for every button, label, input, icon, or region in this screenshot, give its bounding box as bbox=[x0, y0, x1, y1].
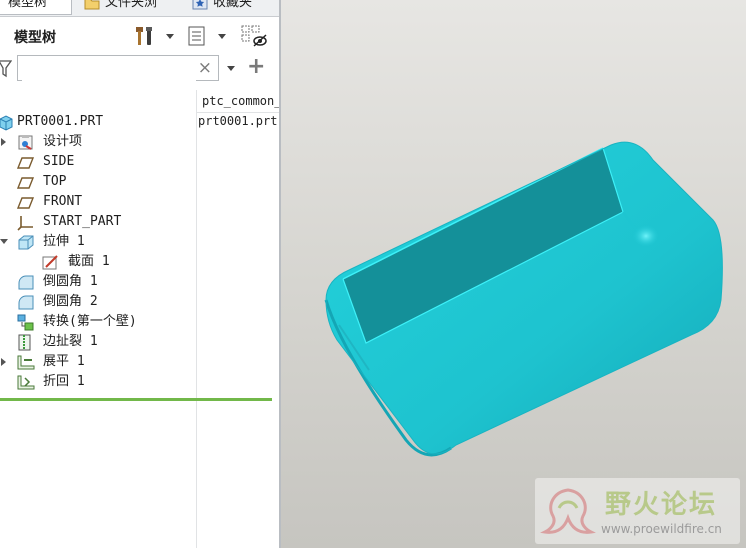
settings-tools-icon[interactable] bbox=[133, 25, 157, 47]
tree-item-bend-back[interactable]: 折回 1 bbox=[0, 372, 196, 392]
model-tree-panel: 模型树 文件夹浏 收藏夹 模型树 × + ptc_common_name prt… bbox=[0, 0, 279, 548]
datum-plane-icon bbox=[17, 157, 35, 169]
collapse-icon[interactable] bbox=[0, 239, 8, 244]
tree-item-part[interactable]: PRT0001.PRT bbox=[0, 112, 196, 132]
tree-item-front[interactable]: FRONT bbox=[0, 192, 196, 212]
tab-model-tree[interactable]: 模型树 bbox=[0, 0, 72, 15]
tree-item-round-1[interactable]: 倒圆角 1 bbox=[0, 272, 196, 292]
insert-here-indicator[interactable] bbox=[0, 398, 272, 401]
expand-icon[interactable] bbox=[1, 138, 6, 146]
tab-favorites[interactable]: 收藏夹 bbox=[192, 0, 252, 14]
unbend-icon bbox=[17, 355, 35, 370]
coordinate-system-icon bbox=[17, 216, 33, 231]
forum-logo-icon bbox=[540, 488, 596, 534]
extrude-icon bbox=[18, 235, 34, 250]
show-list-icon[interactable] bbox=[186, 25, 208, 47]
convert-to-sheetmetal-icon bbox=[17, 314, 34, 331]
expand-icon[interactable] bbox=[1, 358, 6, 366]
tab-folder-browser[interactable]: 文件夹浏 bbox=[84, 0, 157, 14]
tree-item-section[interactable]: 截面 1 bbox=[0, 252, 196, 272]
tree-item-round-2[interactable]: 倒圆角 2 bbox=[0, 292, 196, 312]
add-icon[interactable]: + bbox=[247, 56, 265, 78]
folder-icon bbox=[84, 0, 100, 9]
tree-item-unbend[interactable]: 展平 1 bbox=[0, 352, 196, 372]
search-input[interactable] bbox=[22, 57, 196, 81]
model-tree-title: 模型树 bbox=[14, 30, 56, 46]
sheetmetal-part-model[interactable] bbox=[281, 0, 746, 548]
tree-item-side[interactable]: SIDE bbox=[0, 152, 196, 172]
tree-item-convert[interactable]: 转换(第一个壁) bbox=[0, 312, 196, 332]
model-tree-icon bbox=[0, 0, 3, 10]
hide-items-icon[interactable] bbox=[240, 25, 268, 47]
round-icon bbox=[18, 295, 34, 310]
watermark-title: 野火论坛 bbox=[605, 490, 718, 520]
navigator-tabs: 模型树 文件夹浏 收藏夹 bbox=[0, 0, 279, 17]
search-field[interactable]: × bbox=[17, 55, 219, 81]
tree-item-top[interactable]: TOP bbox=[0, 172, 196, 192]
chevron-down-icon[interactable] bbox=[218, 34, 226, 39]
tree-item-design-items[interactable]: 设计项 bbox=[0, 132, 196, 152]
sketch-icon bbox=[42, 255, 58, 270]
filter-icon[interactable] bbox=[0, 60, 12, 78]
column-header[interactable]: ptc_common_name bbox=[202, 94, 279, 108]
round-icon bbox=[18, 275, 34, 290]
watermark-url: www.proewildfire.cn bbox=[601, 522, 722, 536]
chevron-down-icon[interactable] bbox=[166, 34, 174, 39]
column-header-line bbox=[196, 112, 279, 113]
column-divider bbox=[196, 90, 197, 548]
forum-watermark: 野火论坛 www.proewildfire.cn bbox=[535, 478, 740, 544]
datum-plane-icon bbox=[17, 177, 35, 189]
tree-item-extrude[interactable]: 拉伸 1 bbox=[0, 232, 196, 252]
datum-plane-icon bbox=[17, 197, 35, 209]
design-items-icon bbox=[18, 135, 33, 150]
tree-item-edge-rip[interactable]: 边扯裂 1 bbox=[0, 332, 196, 352]
edge-rip-icon bbox=[18, 334, 31, 351]
favorites-icon bbox=[192, 0, 208, 9]
chevron-down-icon[interactable] bbox=[227, 66, 235, 71]
clear-icon[interactable]: × bbox=[198, 58, 212, 78]
bend-back-icon bbox=[17, 375, 35, 390]
part-icon bbox=[0, 115, 13, 131]
graphics-window[interactable] bbox=[281, 0, 746, 548]
column-cell: prt0001.prt bbox=[198, 114, 278, 128]
tree-item-start-part[interactable]: START_PART bbox=[0, 212, 196, 232]
